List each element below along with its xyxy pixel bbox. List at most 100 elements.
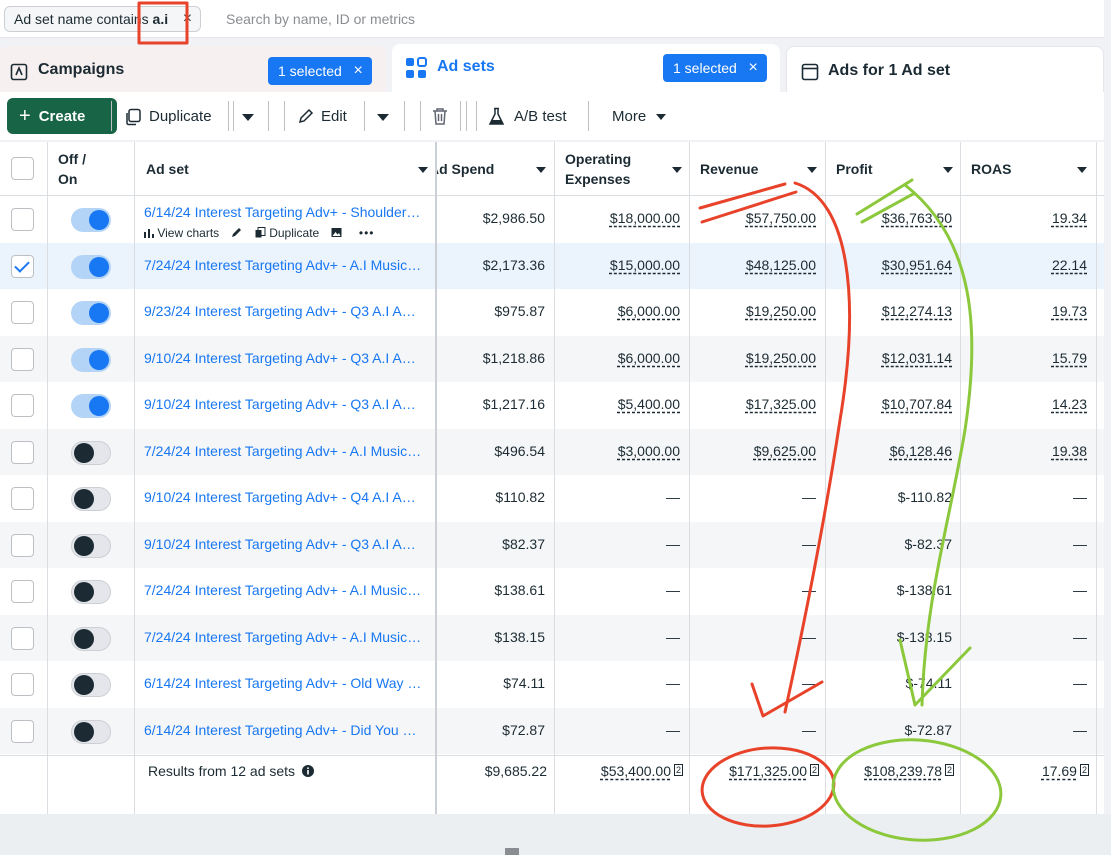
row-checkbox[interactable]: [11, 580, 34, 603]
table-row[interactable]: 9/23/24 Interest Targeting Adv+ - Q3 A.I…: [0, 289, 1104, 335]
sort-icon[interactable]: [1077, 167, 1087, 173]
trash-icon[interactable]: [431, 107, 449, 126]
operating-expenses-cell[interactable]: $15,000.00: [610, 257, 680, 273]
adset-name-link[interactable]: 9/10/24 Interest Targeting Adv+ - Q3 A.I…: [144, 536, 428, 552]
table-row[interactable]: 9/10/24 Interest Targeting Adv+ - Q3 A.I…: [0, 521, 1104, 568]
tab-ad-sets[interactable]: Ad sets 1 selected ×: [392, 44, 780, 92]
adset-name-link[interactable]: 9/10/24 Interest Targeting Adv+ - Q4 A.I…: [144, 489, 428, 505]
roas-cell[interactable]: 19.34: [1052, 210, 1087, 226]
column-header-operating-expenses[interactable]: Operating Expenses: [565, 142, 689, 196]
revenue-cell[interactable]: $57,750.00: [746, 210, 816, 226]
row-checkbox[interactable]: [11, 626, 34, 650]
sort-icon[interactable]: [418, 167, 428, 173]
select-all-checkbox[interactable]: [11, 157, 34, 180]
adset-name-link[interactable]: 7/24/24 Interest Targeting Adv+ - A.I Mu…: [144, 443, 428, 459]
delivery-toggle[interactable]: [71, 440, 111, 465]
clear-selection-icon[interactable]: ×: [353, 57, 362, 85]
row-checkbox[interactable]: [11, 347, 34, 371]
duplicate-link[interactable]: Duplicate: [269, 226, 319, 240]
adsets-selected-pill[interactable]: 1 selected ×: [663, 54, 767, 82]
table-row[interactable]: 7/24/24 Interest Targeting Adv+ - A.I Mu…: [0, 614, 1104, 661]
ab-test-button[interactable]: A/B test: [514, 108, 567, 125]
operating-expenses-cell[interactable]: $3,000.00: [618, 443, 680, 459]
remove-filter-icon[interactable]: ×: [183, 7, 192, 31]
row-checkbox[interactable]: [11, 719, 34, 743]
edit-button[interactable]: Edit: [321, 108, 347, 125]
profit-cell[interactable]: $12,031.14: [882, 350, 952, 366]
table-row[interactable]: 7/24/24 Interest Targeting Adv+ - A.I Mu…: [0, 242, 1104, 289]
operating-expenses-cell[interactable]: $6,000.00: [618, 303, 680, 319]
info-icon[interactable]: [301, 765, 314, 777]
sort-icon[interactable]: [672, 167, 682, 173]
row-checkbox[interactable]: [11, 394, 34, 417]
delivery-toggle[interactable]: [71, 301, 111, 325]
adset-name-link[interactable]: 9/10/24 Interest Targeting Adv+ - Q3 A.I…: [144, 350, 428, 366]
column-header-ad-set[interactable]: Ad set: [146, 142, 432, 196]
duplicate-dropdown-icon[interactable]: [242, 114, 254, 121]
row-checkbox[interactable]: [11, 208, 34, 231]
view-charts-link[interactable]: View charts: [157, 226, 219, 240]
image-icon[interactable]: [331, 227, 342, 238]
delivery-toggle[interactable]: [71, 394, 111, 418]
profit-cell[interactable]: $12,274.13: [882, 303, 952, 319]
row-checkbox[interactable]: [11, 487, 34, 510]
roas-cell[interactable]: 15.79: [1052, 350, 1087, 366]
table-row[interactable]: 7/24/24 Interest Targeting Adv+ - A.I Mu…: [0, 568, 1104, 614]
roas-cell[interactable]: 14.23: [1052, 396, 1087, 412]
table-row[interactable]: 6/14/24 Interest Targeting Adv+ - Should…: [0, 196, 1104, 242]
clear-selection-icon[interactable]: ×: [748, 54, 757, 82]
total-profit[interactable]: $108,239.78: [864, 763, 942, 779]
adset-name-link[interactable]: 6/14/24 Interest Targeting Adv+ - Old Wa…: [144, 675, 428, 691]
delivery-toggle[interactable]: [71, 533, 111, 558]
table-row[interactable]: 9/10/24 Interest Targeting Adv+ - Q4 A.I…: [0, 475, 1104, 521]
profit-cell[interactable]: $10,707.84: [882, 396, 952, 412]
table-row[interactable]: 9/10/24 Interest Targeting Adv+ - Q3 A.I…: [0, 382, 1104, 428]
operating-expenses-cell[interactable]: $5,400.00: [618, 396, 680, 412]
revenue-cell[interactable]: $19,250.00: [746, 303, 816, 319]
profit-cell[interactable]: $6,128.46: [890, 443, 952, 459]
revenue-cell[interactable]: $9,625.00: [754, 443, 816, 459]
table-row[interactable]: 9/10/24 Interest Targeting Adv+ - Q3 A.I…: [0, 335, 1104, 382]
row-checkbox[interactable]: [11, 673, 34, 696]
more-button[interactable]: More: [612, 108, 646, 125]
total-roas[interactable]: 17.69: [1042, 763, 1077, 779]
table-row[interactable]: 6/14/24 Interest Targeting Adv+ - Did Yo…: [0, 707, 1104, 754]
delivery-toggle[interactable]: [71, 254, 111, 279]
adset-name-link[interactable]: 7/24/24 Interest Targeting Adv+ - A.I Mu…: [144, 582, 428, 598]
column-header-profit[interactable]: Profit: [836, 142, 960, 196]
edit-dropdown-icon[interactable]: [377, 114, 389, 121]
tab-ads[interactable]: Ads for 1 Ad set: [786, 46, 1104, 92]
revenue-cell[interactable]: $19,250.00: [746, 350, 816, 366]
operating-expenses-cell[interactable]: $18,000.00: [610, 210, 680, 226]
profit-cell[interactable]: $30,951.64: [882, 257, 952, 273]
adset-name-link[interactable]: 9/23/24 Interest Targeting Adv+ - Q3 A.I…: [144, 303, 428, 319]
sort-icon[interactable]: [536, 167, 546, 173]
row-checkbox[interactable]: [11, 533, 34, 557]
column-header-ad-spend[interactable]: Ad Spend: [436, 142, 554, 196]
sort-icon[interactable]: [943, 167, 953, 173]
adset-name-link[interactable]: 9/10/24 Interest Targeting Adv+ - Q3 A.I…: [144, 396, 428, 412]
adset-name-link[interactable]: 7/24/24 Interest Targeting Adv+ - A.I Mu…: [144, 629, 428, 645]
table-row[interactable]: 6/14/24 Interest Targeting Adv+ - Old Wa…: [0, 661, 1104, 707]
campaigns-selected-pill[interactable]: 1 selected ×: [268, 57, 372, 85]
delivery-toggle[interactable]: [71, 626, 111, 651]
table-row[interactable]: 7/24/24 Interest Targeting Adv+ - A.I Mu…: [0, 428, 1104, 475]
row-checkbox[interactable]: [11, 254, 34, 278]
tab-campaigns[interactable]: Campaigns 1 selected ×: [0, 46, 386, 92]
delivery-toggle[interactable]: [71, 719, 111, 744]
row-checkbox[interactable]: [11, 301, 34, 324]
column-header-roas[interactable]: ROAS: [971, 142, 1095, 196]
roas-cell[interactable]: 19.38: [1052, 443, 1087, 459]
row-checkbox[interactable]: [11, 440, 34, 464]
operating-expenses-cell[interactable]: $6,000.00: [618, 350, 680, 366]
adset-name-link[interactable]: 7/24/24 Interest Targeting Adv+ - A.I Mu…: [144, 257, 428, 273]
delivery-toggle[interactable]: [71, 673, 111, 697]
delivery-toggle[interactable]: [71, 208, 111, 232]
delivery-toggle[interactable]: [71, 347, 111, 372]
create-button[interactable]: + Create: [7, 98, 117, 134]
filter-chip[interactable]: Ad set name contains a.i ×: [4, 6, 202, 32]
adset-name-link[interactable]: 6/14/24 Interest Targeting Adv+ - Did Yo…: [144, 722, 428, 738]
roas-cell[interactable]: 19.73: [1052, 303, 1087, 319]
duplicate-button[interactable]: Duplicate: [149, 108, 212, 125]
column-header-off-on[interactable]: Off / On: [58, 142, 128, 196]
